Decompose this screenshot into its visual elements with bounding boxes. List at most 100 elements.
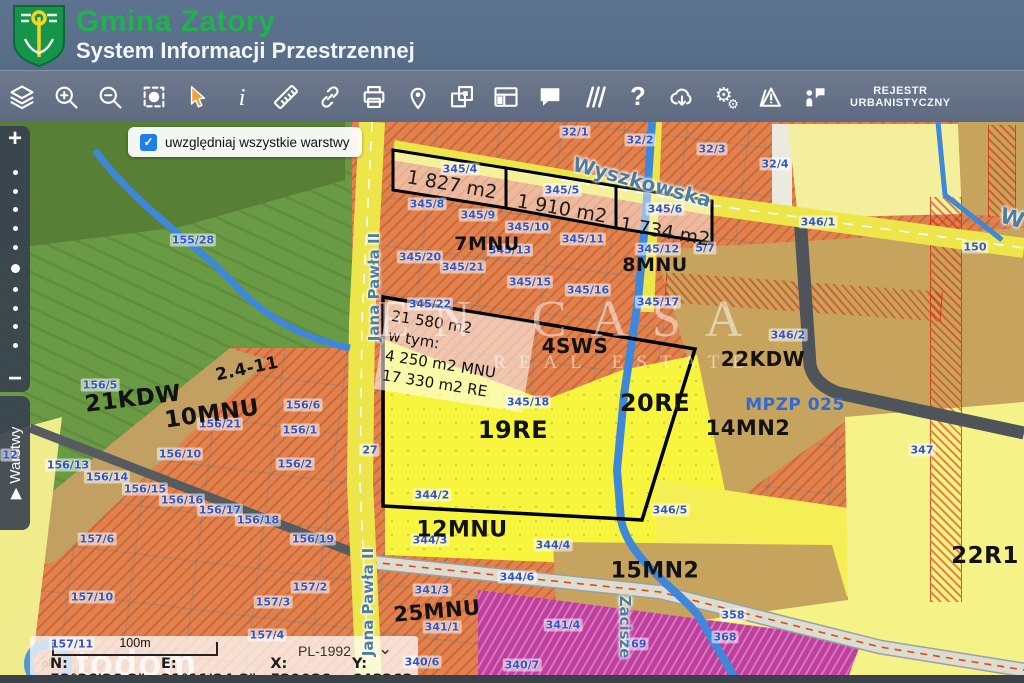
parcel-label: 156/10 <box>157 448 203 461</box>
layers-toggle-label: uwzględniaj wszystkie warstwy <box>165 135 350 150</box>
municipality-coat-of-arms <box>12 5 66 67</box>
parcel-label: 156/1 <box>281 424 320 437</box>
link-button[interactable] <box>313 78 347 116</box>
parcel-label: 32/3 <box>697 143 728 156</box>
measure-button[interactable] <box>269 78 303 116</box>
layers-toggle: ✓ uwzględniaj wszystkie warstwy <box>128 127 362 157</box>
zone-label: 8MNU <box>622 254 687 276</box>
parcel-label: 32/4 <box>760 158 791 171</box>
parcel-label: 156/19 <box>290 533 336 546</box>
street-label: Zacisze <box>616 596 634 659</box>
layers-panel-tab[interactable]: ▶ Warstwy <box>0 396 30 530</box>
parcel-label: 156/6 <box>284 399 323 412</box>
locate-button[interactable] <box>401 78 435 116</box>
layers-panel-tab-label: ▶ Warstwy <box>6 427 24 500</box>
parcel-label: 345/8 <box>408 198 447 211</box>
parcel-label: 156/13 <box>45 459 91 472</box>
help-button[interactable]: ? <box>621 78 655 116</box>
parcel-label: 345/18 <box>505 396 551 409</box>
parcel-label: 156/2 <box>276 458 315 471</box>
parcel-label: 345/17 <box>635 296 681 309</box>
parcel-label: 155/28 <box>170 234 216 247</box>
feedback-button[interactable] <box>797 78 831 116</box>
parcel-label: 157/11 <box>49 638 95 651</box>
parcel-label: 344/4 <box>534 539 573 552</box>
parcel-label: 341/4 <box>544 619 583 632</box>
duplicate-view-button[interactable] <box>445 78 479 116</box>
parcel-label: 156/18 <box>235 514 281 527</box>
parcel-label: 157/10 <box>69 591 115 604</box>
zoom-control: + − <box>0 126 30 392</box>
parcel-label: 347 <box>909 444 936 457</box>
parcel-label: 345/10 <box>505 221 551 234</box>
toolbar: i ? ⚙⚙ REJESTR URBANISTYCZNY <box>0 70 1024 125</box>
map-canvas[interactable]: 21 580 m2w tym:4 250 m2 MNU17 330 m2 RE … <box>0 122 1024 683</box>
svg-text:⚙: ⚙ <box>727 97 739 111</box>
parcel-label: 340/7 <box>503 659 542 672</box>
layout-button[interactable] <box>489 78 523 116</box>
measure-lines-button[interactable] <box>577 78 611 116</box>
zoom-in-button[interactable] <box>49 78 83 116</box>
parcel-label: 344/2 <box>413 489 452 502</box>
layers-button[interactable] <box>5 78 39 116</box>
parcel-label: 346/1 <box>799 216 838 229</box>
checkbox-checked[interactable]: ✓ <box>140 134 157 151</box>
zone-label: 15MN2 <box>611 559 700 584</box>
zone-label: 12MNU <box>416 518 507 543</box>
parcel-label: 157/3 <box>254 596 293 609</box>
parcel-label: 150 <box>962 241 989 254</box>
comment-button[interactable] <box>533 78 567 116</box>
registry-label-line1: REJESTR <box>850 85 951 97</box>
parcel-label: 346/5 <box>651 504 690 517</box>
urban-registry-button[interactable]: REJESTR URBANISTYCZNY <box>850 85 951 109</box>
settings-button[interactable]: ⚙⚙ <box>709 78 743 116</box>
parcel-label: 27 <box>360 444 379 457</box>
parcel-label: 346/2 <box>769 329 808 342</box>
parcel-label: 32/2 <box>625 134 656 147</box>
parcel-label: 345/20 <box>397 251 443 264</box>
svg-text:i: i <box>239 84 246 111</box>
parcel-label: 344/6 <box>498 571 537 584</box>
zoom-slider[interactable] <box>11 152 20 366</box>
bottom-edge <box>0 675 1024 683</box>
svg-text:?: ? <box>630 83 646 111</box>
zoom-out-button[interactable] <box>93 78 127 116</box>
zone-label: 4SWS <box>542 334 609 358</box>
report-issue-button[interactable] <box>753 78 787 116</box>
parcel-label: 157/6 <box>78 533 117 546</box>
parcel-label: 32/1 <box>560 126 591 139</box>
parcel-label: 12 <box>0 449 19 462</box>
app-title: Gmina Zatory <box>76 6 415 38</box>
parcel-label: 340/6 <box>403 656 442 669</box>
stream <box>95 150 350 348</box>
street-label: Jana Pawła II <box>359 548 377 656</box>
download-button[interactable] <box>665 78 699 116</box>
stream <box>938 122 1002 240</box>
registry-label-line2: URBANISTYCZNY <box>850 97 951 109</box>
zone-label: MPZP 025 <box>745 395 845 415</box>
select-area-button[interactable] <box>137 78 171 116</box>
parcel-label: 341/3 <box>413 584 452 597</box>
zone-label: 14MN2 <box>706 416 791 440</box>
app-subtitle: System Informacji Przestrzennej <box>76 38 415 64</box>
parcel-label: 345/15 <box>507 276 553 289</box>
info-button[interactable]: i <box>225 78 259 116</box>
zone-label: 19RE <box>478 416 548 444</box>
parcel-label: 345/16 <box>565 284 611 297</box>
parcel-label: 345/21 <box>440 261 486 274</box>
parcel-label: 345/9 <box>459 209 498 222</box>
parcel-label: 345/22 <box>407 298 453 311</box>
zone-label: 22R1 <box>951 543 1019 569</box>
print-button[interactable] <box>357 78 391 116</box>
parcel-label: 157/2 <box>291 581 330 594</box>
zone-label: 22KDW <box>721 347 806 371</box>
zone-label: 7MNU <box>454 233 519 255</box>
zoom-out-control[interactable]: − <box>8 366 22 392</box>
parcel-label: 358 <box>720 609 747 622</box>
street-label: Jana Pawła II <box>365 233 383 341</box>
zoom-in-control[interactable]: + <box>8 126 22 152</box>
parcel-label: 368 <box>712 631 739 644</box>
app-window: Gmina Zatory System Informacji Przestrze… <box>0 0 1024 683</box>
pointer-tool-button[interactable] <box>181 78 215 116</box>
parcel-label: 157/4 <box>248 629 287 642</box>
